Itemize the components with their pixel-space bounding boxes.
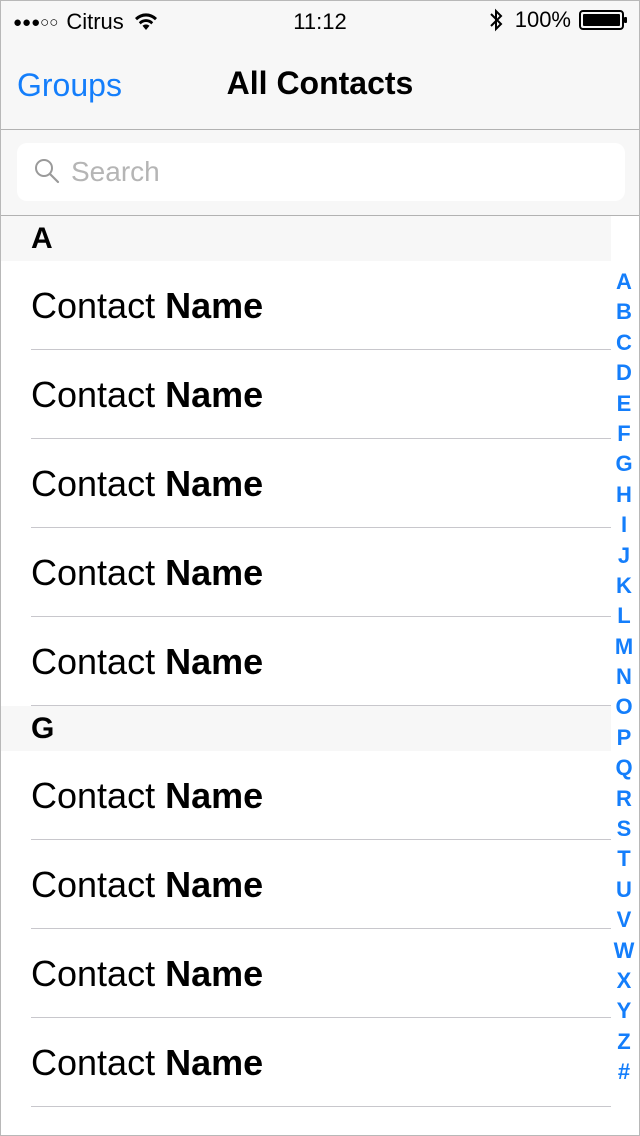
index-letter-w[interactable]: W: [614, 936, 635, 966]
index-letter-q[interactable]: Q: [615, 753, 632, 783]
contact-last-name: Name: [165, 864, 264, 905]
battery-icon: [579, 9, 629, 31]
app-frame: ●●●○○ Citrus 11:12 100% Groups All Conta…: [0, 0, 640, 1136]
index-letter-s[interactable]: S: [617, 814, 632, 844]
contact-row[interactable]: Contact Name: [1, 261, 611, 350]
contact-row[interactable]: Contact Name: [1, 617, 611, 706]
navigation-bar: Groups All Contacts: [1, 41, 639, 130]
index-letter-e[interactable]: E: [617, 389, 632, 419]
contact-name: Contact Name: [31, 864, 263, 906]
contact-last-name: Name: [165, 285, 264, 326]
index-letter-b[interactable]: B: [616, 297, 632, 327]
section-letter: A: [31, 222, 53, 255]
contact-name: Contact Name: [31, 775, 263, 817]
index-letter-v[interactable]: V: [617, 905, 632, 935]
index-letter-t[interactable]: T: [617, 844, 630, 874]
index-letter-p[interactable]: P: [617, 723, 632, 753]
contact-name: Contact Name: [31, 1042, 263, 1084]
status-bar: ●●●○○ Citrus 11:12 100%: [1, 1, 639, 41]
contact-last-name: Name: [165, 1042, 264, 1083]
contact-first-name: Contact: [31, 1042, 156, 1083]
contact-first-name: Contact: [31, 775, 156, 816]
contact-first-name: Contact: [31, 552, 156, 593]
contact-row[interactable]: Contact Name: [1, 751, 611, 840]
contact-row[interactable]: Contact Name: [1, 350, 611, 439]
index-letter-x[interactable]: X: [617, 966, 632, 996]
contact-row[interactable]: Contact Name: [1, 439, 611, 528]
section-letter: G: [31, 712, 55, 745]
contact-last-name: Name: [165, 641, 264, 682]
contact-first-name: Contact: [31, 463, 156, 504]
contact-first-name: Contact: [31, 374, 156, 415]
section-index-bar[interactable]: A B C D E F G H I J K L M N O P Q R S T …: [609, 267, 639, 1088]
index-letter-k[interactable]: K: [616, 571, 632, 601]
index-letter-hash[interactable]: #: [618, 1057, 630, 1087]
index-letter-u[interactable]: U: [616, 875, 632, 905]
contact-list: A Contact Name Contact Name Contact Name…: [1, 216, 611, 1107]
contact-last-name: Name: [165, 552, 264, 593]
index-letter-h[interactable]: H: [616, 480, 632, 510]
contact-name: Contact Name: [31, 374, 263, 416]
contact-row[interactable]: Contact Name: [1, 1018, 611, 1107]
contact-name: Contact Name: [31, 552, 263, 594]
section-header-g: G: [1, 706, 611, 751]
search-input[interactable]: [71, 151, 611, 193]
bluetooth-icon: [489, 8, 503, 32]
contact-name: Contact Name: [31, 463, 263, 505]
index-letter-j[interactable]: J: [618, 541, 630, 571]
status-right: 100%: [489, 7, 629, 33]
contact-name: Contact Name: [31, 953, 263, 995]
index-letter-a[interactable]: A: [616, 267, 632, 297]
index-letter-f[interactable]: F: [617, 419, 630, 449]
contact-last-name: Name: [165, 775, 264, 816]
index-letter-y[interactable]: Y: [617, 996, 632, 1026]
contact-name: Contact Name: [31, 641, 263, 683]
contact-last-name: Name: [165, 374, 264, 415]
index-letter-d[interactable]: D: [616, 358, 632, 388]
contact-row[interactable]: Contact Name: [1, 528, 611, 617]
contact-first-name: Contact: [31, 641, 156, 682]
battery-percent: 100%: [514, 7, 571, 32]
index-letter-i[interactable]: I: [621, 510, 627, 540]
page-title: All Contacts: [226, 65, 414, 101]
contact-first-name: Contact: [31, 285, 156, 326]
index-letter-r[interactable]: R: [616, 784, 632, 814]
contact-row[interactable]: Contact Name: [1, 929, 611, 1018]
index-letter-n[interactable]: N: [616, 662, 632, 692]
index-letter-o[interactable]: O: [615, 692, 632, 722]
index-letter-c[interactable]: C: [616, 328, 632, 358]
contact-last-name: Name: [165, 953, 264, 994]
index-letter-g[interactable]: G: [615, 449, 632, 479]
search-icon: [33, 157, 61, 190]
contact-row[interactable]: Contact Name: [1, 840, 611, 929]
contact-last-name: Name: [165, 463, 264, 504]
search-bar[interactable]: [17, 143, 625, 201]
section-header-a: A: [1, 216, 611, 261]
index-letter-z[interactable]: Z: [617, 1027, 630, 1057]
contact-first-name: Contact: [31, 953, 156, 994]
index-letter-m[interactable]: M: [615, 632, 633, 662]
contact-name: Contact Name: [31, 285, 263, 327]
contact-first-name: Contact: [31, 864, 156, 905]
header: ●●●○○ Citrus 11:12 100% Groups All Conta…: [1, 1, 639, 216]
index-letter-l[interactable]: L: [617, 601, 630, 631]
